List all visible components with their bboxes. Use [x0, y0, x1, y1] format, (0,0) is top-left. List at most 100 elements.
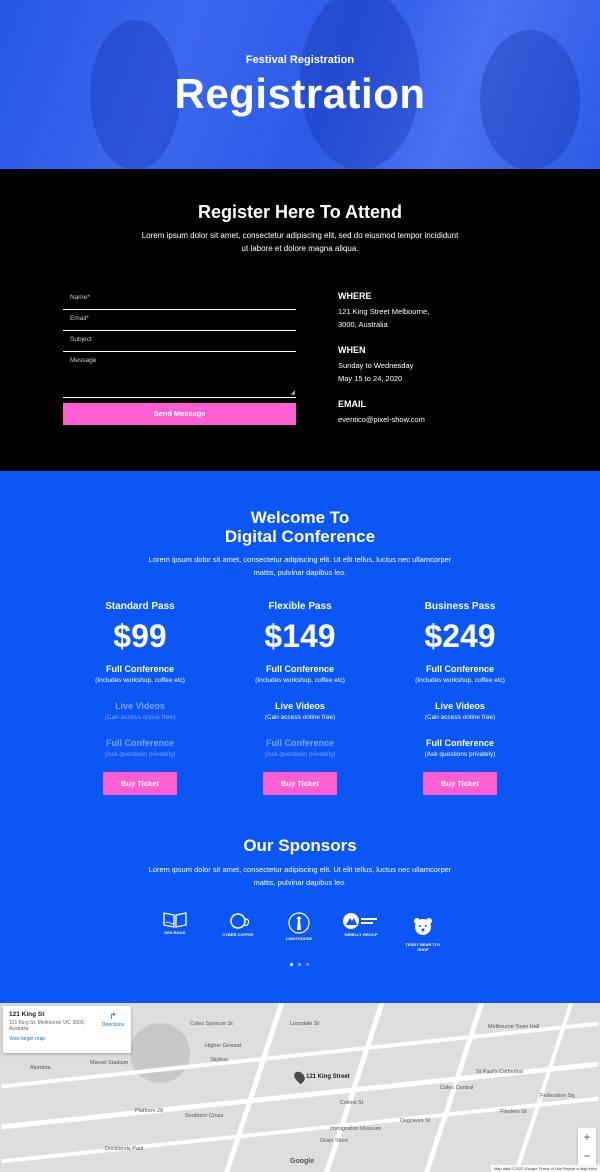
feature-title: Live Videos	[435, 701, 485, 711]
resize-handle-icon[interactable]: ◢	[290, 389, 295, 396]
carousel-dot[interactable]	[306, 963, 309, 966]
where-line1: 121 King Street Melbourne,	[338, 307, 430, 316]
contact-form: Name* Email* Subject Message ◢ Send Mess…	[63, 289, 296, 425]
map-label: Coles Central	[440, 1085, 474, 1091]
view-larger-map-link[interactable]: View larger map	[9, 1036, 125, 1042]
map-label: Melbourne Town Hall	[488, 1024, 540, 1030]
map-zoom-controls: + −	[578, 1128, 596, 1166]
event-info: WHERE 121 King Street Melbourne, 3000, A…	[338, 291, 498, 440]
map-label: Alumbra	[30, 1065, 51, 1071]
feature-title: Full Conference	[105, 738, 174, 748]
map-label: Southern Cross	[185, 1113, 224, 1119]
google-logo: Google	[290, 1158, 315, 1165]
when-title: WHEN	[338, 345, 366, 355]
register-text: Lorem ipsum dolor sit amet, consectetur …	[141, 231, 459, 253]
email-field[interactable]: Email*	[63, 310, 296, 331]
sponsor-logo-text: MIRELLY GROUP	[344, 932, 378, 937]
email-value[interactable]: eventico@pixel-show.com	[338, 413, 498, 426]
directions-icon: ↱	[109, 1011, 117, 1021]
hero-banner: Festival Registration Registration	[0, 0, 600, 169]
feature-desc: (Includes workshop, coffee etc)	[95, 677, 185, 684]
buy-ticket-button[interactable]: Buy Ticket	[423, 772, 497, 795]
map-embed[interactable]: Coles Spencer St Higher Ground Skybus Ma…	[0, 1003, 600, 1172]
map-label: Federation Sq	[540, 1093, 575, 1099]
mirelly-group-logo-icon[interactable]: MIRELLY GROUP	[341, 911, 381, 951]
where-title: WHERE	[338, 291, 372, 301]
feature-desc: (Can access online free)	[104, 714, 176, 721]
conference-title-line2: Digital Conference	[224, 527, 376, 546]
zoom-in-button[interactable]: +	[578, 1128, 596, 1147]
buy-ticket-button[interactable]: Buy Ticket	[103, 772, 177, 795]
map-road	[216, 1003, 289, 1172]
conference-title: Welcome To Digital Conference	[0, 508, 600, 546]
pass-name: Flexible Pass	[268, 601, 332, 612]
feature-title: Full Conference	[265, 738, 334, 748]
conference-section: Welcome To Digital Conference Lorem ipsu…	[0, 471, 600, 1003]
sponsor-logo-text: LIGHTHOUSE	[285, 936, 313, 941]
buy-ticket-button[interactable]: Buy Ticket	[263, 772, 337, 795]
sea-book-logo-icon[interactable]: SEA BOOK	[155, 911, 195, 951]
sponsors-title: Our Sponsors	[243, 836, 357, 855]
page-title: Registration	[174, 70, 426, 117]
when-line1: Sunday to Wednesday	[338, 361, 414, 370]
send-message-button[interactable]: Send Message	[63, 403, 296, 425]
teddy-bear-logo-icon[interactable]: TEDDY BEAR TOY SHOP	[403, 911, 443, 952]
feature-desc: (Ask questions privately)	[424, 751, 496, 758]
sponsor-logo-text: CYBER COFFEE	[222, 932, 254, 937]
map-label: Collins St	[340, 1100, 364, 1106]
map-label: Platform 28	[135, 1108, 164, 1114]
carousel-dot[interactable]	[298, 963, 301, 966]
map-label: Skybus	[210, 1057, 229, 1063]
lighthouse-logo-icon[interactable]: LIGHTHOUSE	[279, 911, 319, 951]
feature-desc: (Includes workshop, coffee etc)	[415, 677, 505, 684]
map-label: Marvel Stadium	[90, 1060, 129, 1066]
directions-label: Directions	[101, 1022, 125, 1028]
pass-card-business: Business Pass $249 Full Conference (Incl…	[390, 601, 530, 795]
pass-card-standard: Standard Pass $99 Full Conference (Inclu…	[70, 601, 210, 795]
map-label: St Paul's Cathedral	[476, 1069, 523, 1075]
zoom-out-button[interactable]: −	[578, 1147, 596, 1166]
map-pin-icon[interactable]	[292, 1069, 307, 1085]
map-pin-label: 121 King Street	[306, 1074, 350, 1080]
map-label: Coles Spencer St	[190, 1021, 233, 1027]
sponsor-logo-text: SEA BOOK	[164, 930, 186, 935]
conference-text: Lorem ipsum dolor sit amet, consectetur …	[148, 555, 452, 577]
email-title: EMAIL	[338, 399, 366, 409]
feature-desc: (Ask questions privately)	[104, 751, 176, 758]
map-card-address: 121 King St, Melbourne VIC 3000, Austral…	[9, 1020, 85, 1032]
map-label: Docklands Park	[105, 1146, 144, 1152]
pass-name: Standard Pass	[105, 601, 175, 612]
when-line2: May 15 to 24, 2020	[338, 374, 403, 383]
directions-button[interactable]: ↱ Directions	[101, 1011, 125, 1028]
pass-card-flexible: Flexible Pass $149 Full Conference (Incl…	[230, 601, 370, 795]
conference-title-line1: Welcome To	[250, 508, 350, 527]
sponsor-logo-text: TEDDY BEAR TOY SHOP	[405, 942, 441, 952]
register-title: Register Here To Attend	[197, 202, 403, 222]
feature-title: Full Conference	[425, 738, 494, 748]
sponsors-text: Lorem ipsum dolor sit amet, consectetur …	[148, 865, 452, 887]
where-line2: 3000, Australia	[338, 320, 388, 329]
map-label: Grain Store	[320, 1138, 349, 1144]
pass-price: $99	[113, 618, 167, 654]
name-field[interactable]: Name*	[63, 289, 296, 310]
feature-title: Full Conference	[425, 664, 494, 674]
pass-price: $249	[424, 618, 496, 654]
subject-field[interactable]: Subject	[63, 331, 296, 352]
map-label: Flinders St	[500, 1109, 527, 1115]
map-attribution[interactable]: Map data ©2022 Google Terms of Use Repor…	[490, 1165, 600, 1172]
map-label: Lonsdale St	[290, 1021, 320, 1027]
message-field[interactable]: Message ◢	[63, 352, 296, 398]
hero-subtitle: Festival Registration	[245, 54, 355, 66]
map-label: Higher Ground	[205, 1043, 242, 1049]
carousel-dot[interactable]	[290, 963, 293, 966]
map-road	[1, 1096, 599, 1164]
cyber-coffee-logo-icon[interactable]: CYBER COFFEE	[218, 911, 258, 951]
feature-title: Full Conference	[105, 664, 174, 674]
feature-desc: (Ask questions privately)	[264, 751, 336, 758]
map-info-card: 121 King St 121 King St, Melbourne VIC 3…	[3, 1006, 131, 1053]
map-label: Degraves St	[400, 1118, 431, 1124]
pass-name: Business Pass	[424, 601, 496, 612]
map-park	[130, 1023, 190, 1083]
feature-desc: (Can access online free)	[424, 714, 496, 721]
sponsor-logos: SEA BOOK CYBER COFFEE LIGHTHOUSE MIRELLY…	[155, 911, 455, 952]
